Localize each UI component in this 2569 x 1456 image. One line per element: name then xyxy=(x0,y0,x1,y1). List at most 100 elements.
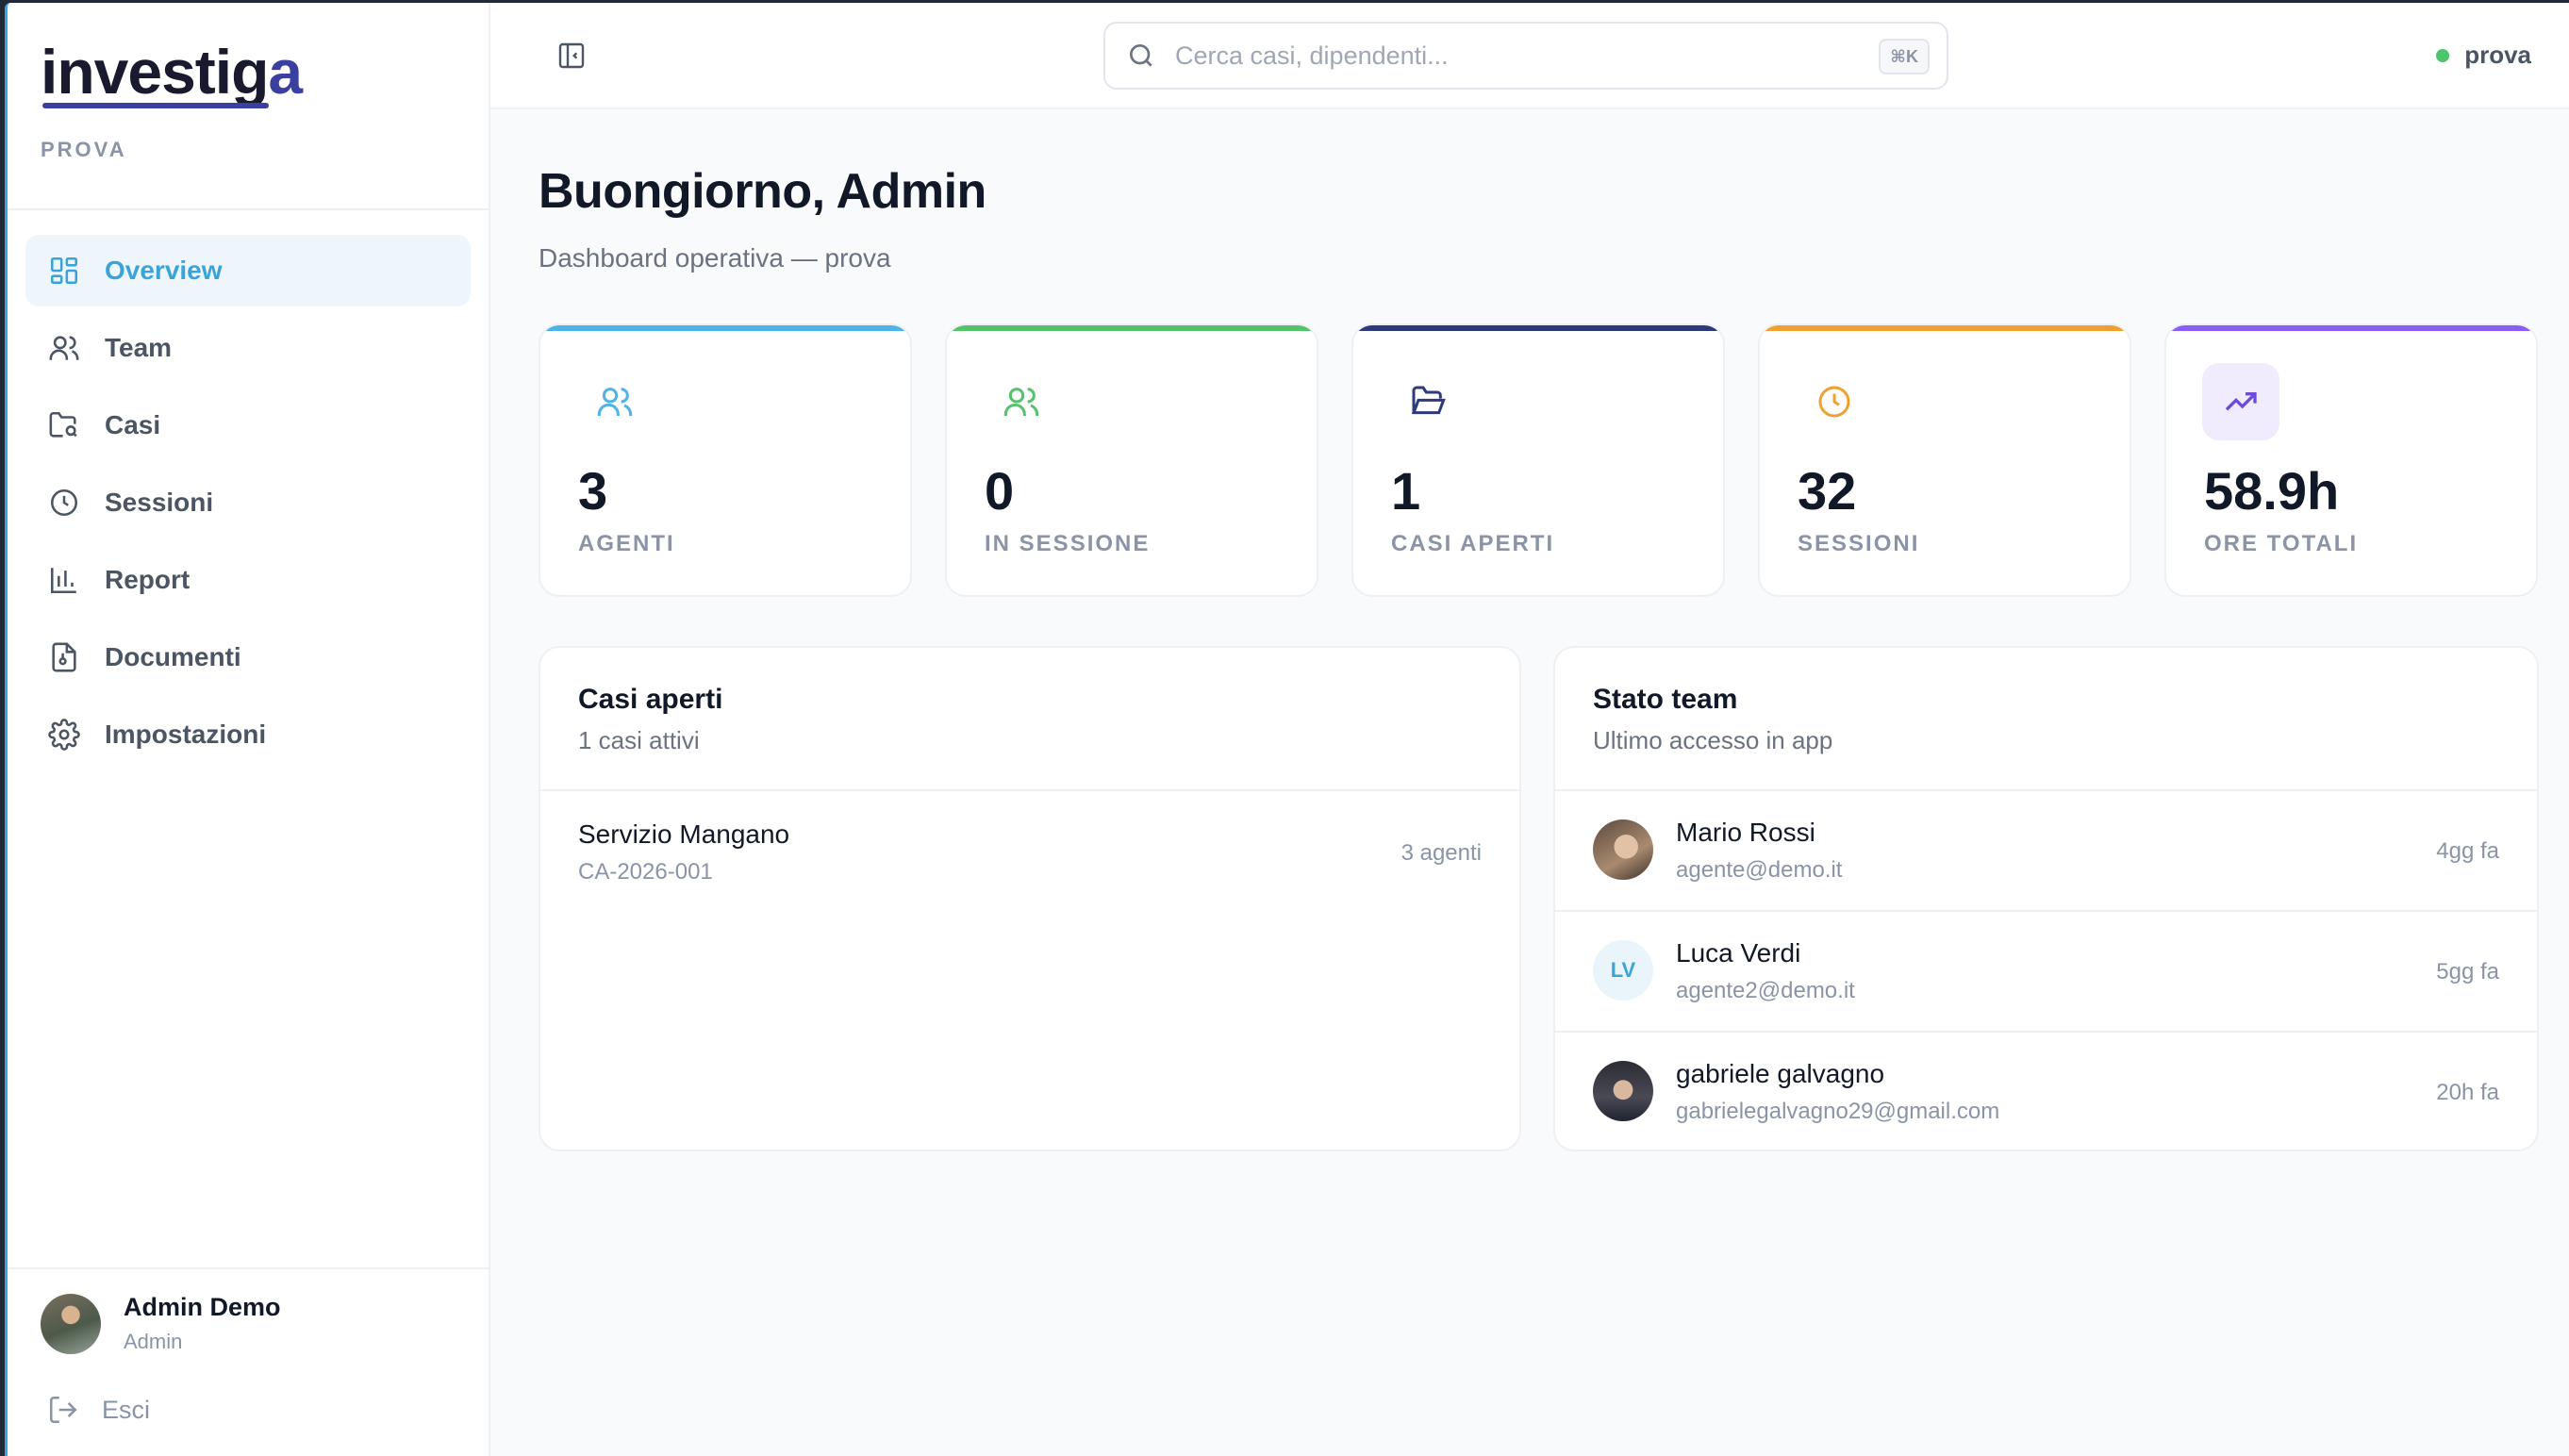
panel-subtitle: 1 casi attivi xyxy=(578,726,700,754)
clock-icon xyxy=(50,488,78,517)
org-label: PROVA xyxy=(41,138,127,161)
stat-accent-bar xyxy=(2166,325,2536,331)
folder-open-icon xyxy=(1411,386,1446,415)
list-item[interactable]: Servizio Mangano CA-2026-001 3 agenti xyxy=(540,791,1519,910)
list-item[interactable]: LV Luca Verdi agente2@demo.it 5gg fa xyxy=(1555,912,2537,1033)
open-cases-panel: Casi aperti 1 casi attivi Servizio Manga… xyxy=(539,646,1521,1151)
member-name: Luca Verdi xyxy=(1676,938,1801,968)
stat-card-ore-totali[interactable]: 58.9h ORE TOTALI xyxy=(2164,323,2538,597)
grid-icon xyxy=(50,256,78,285)
stat-accent-bar xyxy=(540,325,910,331)
stat-value: 0 xyxy=(985,461,1015,521)
avatar xyxy=(1593,1061,1653,1121)
sidebar-nav: Overview Team Casi Sessioni Report Docum… xyxy=(25,235,471,776)
logout-icon xyxy=(49,1396,77,1424)
avatar xyxy=(41,1293,101,1354)
users-icon xyxy=(597,388,633,416)
sidebar-item-impostazioni[interactable]: Impostazioni xyxy=(25,699,471,770)
avatar: LV xyxy=(1593,940,1653,1001)
sidebar-toggle-icon[interactable] xyxy=(556,41,587,71)
logo-text: investiga xyxy=(41,37,303,108)
case-agent-count: 3 agenti xyxy=(1401,840,1482,866)
sidebar-item-label: Report xyxy=(105,565,191,594)
last-access: 4gg fa xyxy=(2436,838,2499,864)
team-status-panel: Stato team Ultimo accesso in app Mario R… xyxy=(1553,646,2539,1151)
member-email: agente@demo.it xyxy=(1676,857,1843,883)
panel-title: Casi aperti xyxy=(578,684,723,715)
sidebar-item-sessioni[interactable]: Sessioni xyxy=(25,467,471,538)
users-icon xyxy=(1003,388,1039,416)
page-subtitle: Dashboard operativa — prova xyxy=(539,243,891,273)
stat-value: 1 xyxy=(1391,461,1421,521)
sidebar-item-report[interactable]: Report xyxy=(25,544,471,616)
workspace-status[interactable]: prova xyxy=(2436,41,2531,70)
list-item[interactable]: gabriele galvagno gabrielegalvagno29@gma… xyxy=(1555,1033,2537,1150)
user-name: Admin Demo xyxy=(124,1293,281,1321)
stat-label: CASI APERTI xyxy=(1391,531,1555,556)
stat-icon-wrap xyxy=(983,363,1060,440)
member-name: gabriele galvagno xyxy=(1676,1059,1885,1088)
gear-icon xyxy=(48,719,80,751)
logout-button[interactable]: Esci xyxy=(47,1394,150,1426)
divider xyxy=(8,1267,489,1269)
app-window: investiga PROVA Overview Team Casi Sessi… xyxy=(5,3,2569,1456)
logout-label: Esci xyxy=(102,1395,151,1424)
user-profile[interactable]: Admin Demo Admin xyxy=(41,1293,281,1354)
list-item[interactable]: Mario Rossi agente@demo.it 4gg fa xyxy=(1555,791,2537,912)
file-icon xyxy=(52,642,76,672)
stat-accent-bar xyxy=(1353,325,1723,331)
folder-search-icon xyxy=(49,411,77,438)
stat-card-in-sessione[interactable]: 0 IN SESSIONE xyxy=(945,323,1318,597)
stat-value: 3 xyxy=(578,461,608,521)
case-name: Servizio Mangano xyxy=(578,819,790,849)
sidebar-item-team[interactable]: Team xyxy=(25,312,471,384)
last-access: 20h fa xyxy=(2436,1080,2499,1105)
sidebar-item-label: Documenti xyxy=(105,642,241,671)
member-email: gabrielegalvagno29@gmail.com xyxy=(1676,1099,2000,1124)
stat-value: 58.9h xyxy=(2204,461,2340,521)
member-name: Mario Rossi xyxy=(1676,818,1815,847)
clock-icon xyxy=(1818,386,1850,418)
case-code: CA-2026-001 xyxy=(578,859,713,885)
top-header: ⌘K prova xyxy=(490,3,2569,109)
sidebar-item-casi[interactable]: Casi xyxy=(25,389,471,461)
search-icon xyxy=(1130,44,1152,67)
stat-card-agenti[interactable]: 3 AGENTI xyxy=(539,323,912,597)
sidebar-item-label: Casi xyxy=(105,410,161,439)
brand-logo[interactable]: investiga xyxy=(41,37,303,108)
stat-card-sessioni[interactable]: 32 SESSIONI xyxy=(1758,323,2131,597)
stat-icon-wrap xyxy=(1389,363,1467,440)
search-input[interactable] xyxy=(1175,41,1835,71)
page-title: Buongiorno, Admin xyxy=(539,164,986,219)
sidebar-item-label: Team xyxy=(105,333,173,362)
search-bar[interactable]: ⌘K xyxy=(1103,22,1948,90)
stat-label: ORE TOTALI xyxy=(2204,531,2359,556)
panel-subtitle: Ultimo accesso in app xyxy=(1593,726,1833,754)
stat-accent-bar xyxy=(1760,325,2130,331)
panel-title: Stato team xyxy=(1593,684,1738,715)
stat-icon-wrap xyxy=(1796,363,1873,440)
divider xyxy=(8,208,489,210)
status-label: prova xyxy=(2464,41,2531,69)
stat-label: SESSIONI xyxy=(1798,531,1920,556)
sidebar-item-label: Sessioni xyxy=(105,488,214,517)
last-access: 5gg fa xyxy=(2436,959,2499,984)
shortcut-badge: ⌘K xyxy=(1879,39,1930,74)
sidebar-item-label: Impostazioni xyxy=(105,720,267,749)
stat-accent-bar xyxy=(947,325,1317,331)
users-icon xyxy=(49,336,79,360)
stat-value: 32 xyxy=(1798,461,1857,521)
member-email: agente2@demo.it xyxy=(1676,978,1855,1003)
sidebar-item-label: Overview xyxy=(105,256,223,285)
user-role: Admin xyxy=(124,1330,183,1353)
trending-up-icon xyxy=(2225,392,2257,411)
sidebar: investiga PROVA Overview Team Casi Sessi… xyxy=(8,3,490,1456)
stat-icon-wrap xyxy=(2202,363,2279,440)
stat-card-casi-aperti[interactable]: 1 CASI APERTI xyxy=(1351,323,1725,597)
sidebar-item-overview[interactable]: Overview xyxy=(25,235,471,306)
avatar xyxy=(1593,819,1653,880)
status-dot-icon xyxy=(2436,48,2450,62)
sidebar-item-documenti[interactable]: Documenti xyxy=(25,621,471,693)
bar-chart-icon xyxy=(50,568,76,594)
stat-label: AGENTI xyxy=(578,531,675,556)
